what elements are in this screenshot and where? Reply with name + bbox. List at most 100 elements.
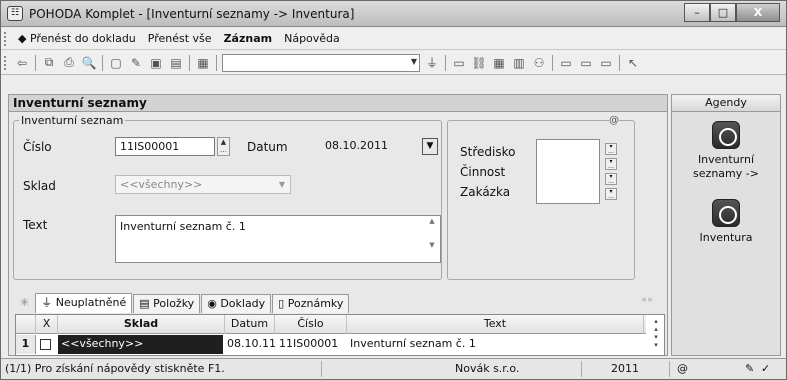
help-icon[interactable]: ↖ xyxy=(624,54,642,72)
row-checkbox[interactable] xyxy=(40,339,51,350)
chevron-down-icon: ▼ xyxy=(410,56,417,66)
grid-header: X Sklad Datum Číslo Text xyxy=(16,315,646,334)
toolbar-separator xyxy=(189,54,190,71)
menu-napoveda[interactable]: Nápověda xyxy=(278,32,346,45)
tab-scroll-arrows[interactable]: ◂ ▸ xyxy=(641,295,653,305)
close-button[interactable]: X xyxy=(736,3,780,22)
edit-icon[interactable]: ✎ xyxy=(127,54,145,72)
inventurni-seznamy-icon[interactable] xyxy=(712,121,740,149)
table-row[interactable]: 1 <<všechny>> 08.10.11 11IS00001 Inventu… xyxy=(16,335,646,354)
delete-icon[interactable]: ▤ xyxy=(167,54,185,72)
status-bar: (1/1) Pro získání nápovědy stiskněte F1.… xyxy=(1,358,786,379)
menu-bar: ◆ Přenést do dokladu Přenést vše Záznam … xyxy=(1,28,786,50)
preview-icon[interactable]: 🔍 xyxy=(80,54,98,72)
column-header-sklad[interactable]: Sklad xyxy=(58,315,225,334)
cislo-spinner[interactable]: ▲… xyxy=(217,137,230,156)
cislo-field[interactable]: 11IS00001 xyxy=(115,137,215,156)
list-icon: ▤ xyxy=(139,297,150,310)
status-separator xyxy=(669,361,670,377)
window2-icon[interactable]: ▭ xyxy=(577,54,595,72)
toolbar-separator xyxy=(552,54,553,71)
agendy-item-inventura[interactable]: Inventura xyxy=(672,231,780,245)
zakazka-button[interactable]: ▾… xyxy=(605,188,617,200)
documents-icon: ◉ xyxy=(207,297,217,310)
cell-datum[interactable]: 08.10.11 xyxy=(227,335,277,354)
datum-dropdown-button[interactable]: ▼ xyxy=(422,138,438,155)
stredisko-label: Středisko xyxy=(460,145,516,159)
text-scrollbar[interactable]: ▲ ▼ xyxy=(425,217,439,261)
back-arrow-icon: ◆ xyxy=(18,32,27,45)
agendy-panel: Agendy Inventurní seznamy -> Inventura xyxy=(671,94,781,356)
save-icon[interactable]: ▣ xyxy=(147,54,165,72)
maximize-button[interactable]: □ xyxy=(710,3,736,22)
datum-label: Datum xyxy=(247,140,288,154)
filter-icon[interactable]: ⏚ xyxy=(423,54,441,72)
at-icon[interactable]: @ xyxy=(609,115,619,126)
grid-scrollbar[interactable]: ▴ ▴ ▾ ▾ xyxy=(650,317,662,353)
toolbar-separator xyxy=(216,54,217,71)
zakazka-label: Zakázka xyxy=(460,185,511,199)
sklad-select[interactable]: <<všechny>> ▼ xyxy=(115,175,291,194)
status-company: Novák s.r.o. xyxy=(455,362,520,375)
agendy-item-inventurni-seznamy[interactable]: Inventurní seznamy -> xyxy=(672,153,780,181)
folder-icon[interactable]: ▭ xyxy=(450,54,468,72)
column-header-cislo[interactable]: Číslo xyxy=(275,315,347,334)
menu-prenest-do-dokladu[interactable]: ◆ Přenést do dokladu xyxy=(12,32,142,45)
menu-zaznam[interactable]: Záznam xyxy=(218,32,279,45)
tab-polozky[interactable]: ▤ Položky xyxy=(133,294,201,313)
cell-text[interactable]: Inventurní seznam č. 1 xyxy=(350,335,640,354)
column-header-text[interactable]: Text xyxy=(347,315,644,334)
text-field[interactable]: Inventurní seznam č. 1 ▲ ▼ xyxy=(115,215,441,263)
minimize-button[interactable]: – xyxy=(684,3,710,22)
pohoda-app-icon[interactable]: ☷ xyxy=(7,6,23,21)
window-controls: – □ X xyxy=(684,3,780,22)
toolbar: ⇦ ⧉ ⎙ 🔍 ▢ ✎ ▣ ▤ ▦ ▼ ⏚ ▭ ⛓ ▦ ▥ ⚇ ▭ ▭ ▭ ↖ xyxy=(1,51,786,75)
column-header-x[interactable]: X xyxy=(36,315,58,334)
title-bar[interactable]: ☷ POHODA Komplet - [Inventurní seznamy -… xyxy=(1,1,786,27)
tab-doklady[interactable]: ◉ Doklady xyxy=(201,294,272,313)
grip-handle[interactable] xyxy=(4,31,8,46)
tab-bar: ✳ ⏚ Neuplatněné ▤ Položky ◉ Doklady ▯ Po… xyxy=(15,292,661,313)
copy-icon[interactable]: ⧉ xyxy=(40,54,58,72)
calculator-icon[interactable]: ▥ xyxy=(510,54,528,72)
clipboard-icon[interactable]: ▦ xyxy=(194,54,212,72)
cell-sklad[interactable]: <<všechny>> xyxy=(58,335,223,354)
checkmark-icon[interactable]: ✓ xyxy=(761,362,770,377)
print-icon[interactable]: ⎙ xyxy=(60,54,78,72)
tab-star[interactable]: ✳ xyxy=(15,294,34,313)
pencil-icon[interactable]: ✎ xyxy=(745,362,754,377)
group-label: Inventurní seznam xyxy=(19,114,126,127)
toolbar-separator xyxy=(102,54,103,71)
row-number-header xyxy=(16,315,36,334)
agendy-header: Agendy xyxy=(672,95,780,112)
filter-combo[interactable]: ▼ xyxy=(222,53,420,72)
stredisko-button[interactable]: ▾… xyxy=(605,158,617,170)
status-year: 2011 xyxy=(611,362,639,375)
toolbar-grip[interactable] xyxy=(4,55,8,70)
cislo-label: Číslo xyxy=(23,140,52,154)
new-record-icon[interactable]: ▢ xyxy=(107,54,125,72)
sklad-label: Sklad xyxy=(23,179,56,193)
cell-cislo[interactable]: 11IS00001 xyxy=(279,335,349,354)
calendar-icon[interactable]: ▦ xyxy=(490,54,508,72)
tab-poznamky[interactable]: ▯ Poznámky xyxy=(272,294,350,313)
back-icon[interactable]: ⇦ xyxy=(13,54,31,72)
stredisko-listbox[interactable]: ▾… ▾… ▾… ▾… xyxy=(536,139,617,204)
status-separator xyxy=(581,361,582,377)
cinnost-label: Činnost xyxy=(460,165,506,179)
tab-neuplatnene[interactable]: ⏚ Neuplatněné xyxy=(35,293,133,313)
status-at-icon[interactable]: @ xyxy=(677,362,688,377)
stredisko-button[interactable]: ▾… xyxy=(605,143,617,155)
main-window: ☷ POHODA Komplet - [Inventurní seznamy -… xyxy=(0,0,787,380)
menu-prenest-vse[interactable]: Přenést vše xyxy=(142,32,218,45)
status-separator xyxy=(321,361,322,377)
status-help-text: (1/1) Pro získání nápovědy stiskněte F1. xyxy=(5,362,225,375)
link-icon[interactable]: ⛓ xyxy=(470,54,488,72)
window3-icon[interactable]: ▭ xyxy=(597,54,615,72)
window-icon[interactable]: ▭ xyxy=(557,54,575,72)
users-icon[interactable]: ⚇ xyxy=(530,54,548,72)
panel-title: Inventurní seznamy xyxy=(8,94,668,112)
column-header-datum[interactable]: Datum xyxy=(225,315,275,334)
cinnost-button[interactable]: ▾… xyxy=(605,173,617,185)
inventura-icon[interactable] xyxy=(712,199,740,227)
